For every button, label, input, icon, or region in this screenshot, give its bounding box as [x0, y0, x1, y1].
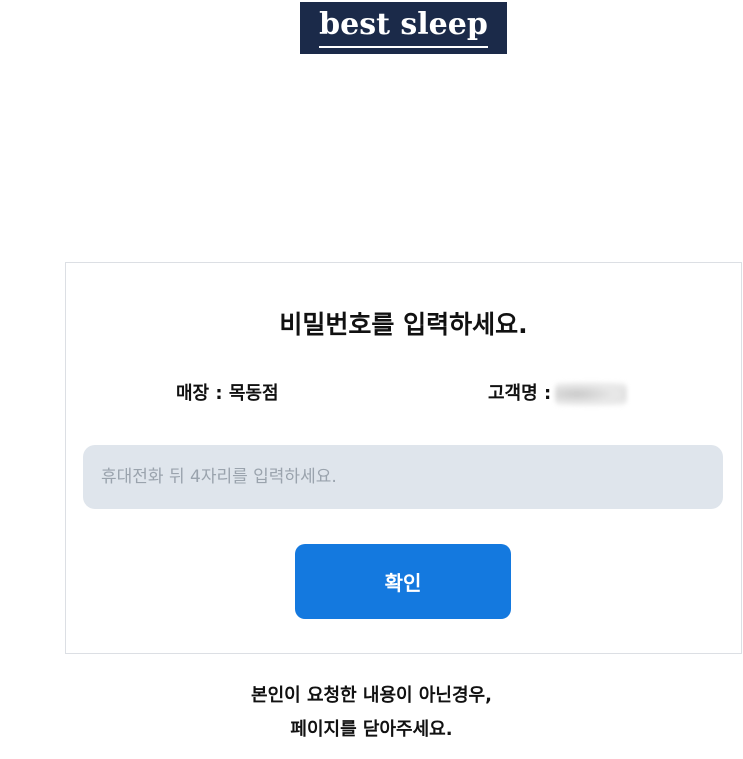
password-card: 비밀번호를 입력하세요. 매장 : 목동점 고객명 : 확인 — [65, 262, 742, 654]
store-info: 매장 : 목동점 — [176, 383, 279, 404]
notice-line-1: 본인이 요청한 내용이 아닌경우, — [251, 685, 492, 706]
password-input[interactable] — [83, 445, 723, 509]
confirm-button[interactable]: 확인 — [295, 544, 511, 619]
customer-label: 고객명 : — [488, 383, 552, 404]
customer-info: 고객명 : — [488, 379, 628, 406]
brand-logo: best sleep — [300, 2, 507, 54]
blurred-customer-name — [555, 382, 628, 406]
brand-logo-text: best sleep — [319, 10, 488, 48]
notice-text: 본인이 요청한 내용이 아닌경우, 페이지를 닫아주세요. — [0, 679, 743, 747]
page-title: 비밀번호를 입력하세요. — [279, 310, 528, 339]
notice-line-2: 페이지를 닫아주세요. — [290, 719, 453, 740]
